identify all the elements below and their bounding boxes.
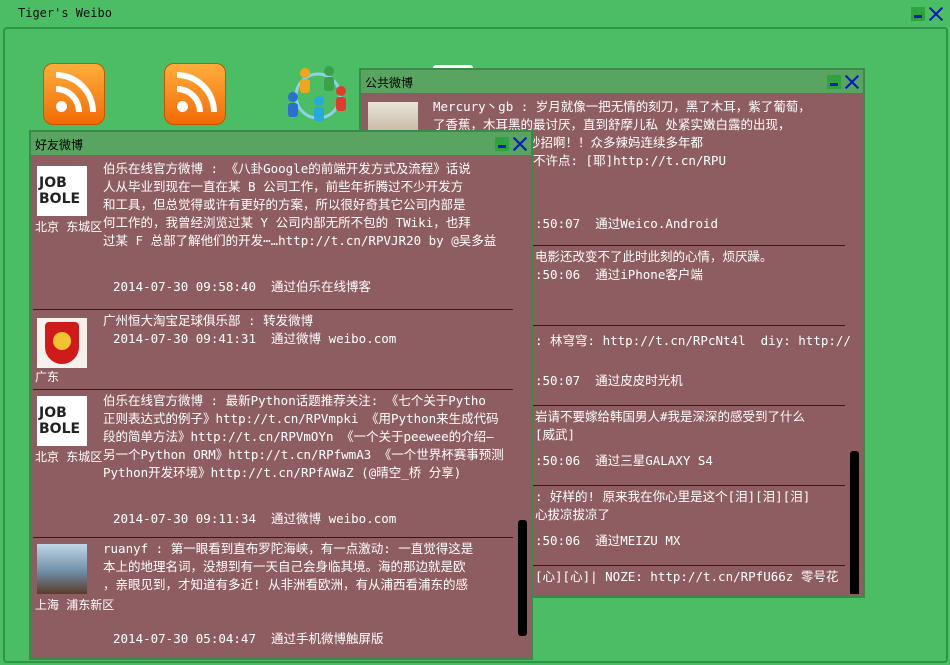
rss-icon[interactable]: [43, 63, 105, 125]
public-weibo-titlebar[interactable]: 公共微博: [361, 70, 863, 94]
minimize-button[interactable]: [827, 75, 841, 89]
main-window-controls: [911, 6, 945, 22]
friends-weibo-window[interactable]: 好友微博 JOB BOLE 北京 东城区 伯乐在线官方微博 : 《八卦Google…: [29, 130, 533, 660]
post-meta: 2014-07-30 09:41:31 通过微博 weibo.com: [113, 331, 397, 346]
post-meta: :50:07 通过Weico.Android: [535, 216, 719, 231]
scrollbar[interactable]: [518, 520, 527, 636]
close-button[interactable]: [511, 136, 529, 152]
window-controls: [495, 136, 529, 152]
avatar: [37, 318, 87, 368]
avatar: [37, 544, 87, 594]
post-location: 上海 浦东新区: [35, 598, 115, 612]
window-title: 好友微博: [35, 138, 84, 152]
post-text: 伯乐在线官方微博 : 《八卦Google的前端开发方式及流程》话说 人从毕业到现…: [103, 161, 497, 248]
rss-icon[interactable]: [164, 63, 226, 125]
post-location: 北京 东城区: [35, 450, 103, 464]
post-meta: 2014-07-30 05:04:47 通过手机微博触屏版: [113, 631, 384, 646]
list-item[interactable]: JOB BOLE 北京 东城区 伯乐在线官方微博 : 《八卦Google的前端开发…: [33, 158, 513, 310]
list-item[interactable]: JOB BOLE 北京 东城区 伯乐在线官方微博 : 最新Python话题推荐关注…: [33, 390, 513, 538]
avatar: JOB BOLE: [37, 396, 87, 446]
post-text: 广州恒大淘宝足球俱乐部 : 转发微博: [103, 313, 314, 328]
post-text: : 林穹穹: http://t.cn/RPcNt4l diy: http://: [535, 333, 851, 348]
people-icon[interactable]: [283, 61, 353, 135]
post-text: : 好样的! 原来我在你心里是这个[泪][泪][泪] 心拔凉拔凉了: [535, 489, 811, 522]
post-text: [心][心]| NOZE: http://t.cn/RPfU66z 零号花: [535, 569, 839, 584]
post-meta: :50:07 通过皮皮时光机: [535, 373, 683, 388]
post-location: 广东: [35, 370, 60, 384]
main-titlebar: Tiger's Weibo: [0, 0, 950, 26]
list-item[interactable]: 广东 广州恒大淘宝足球俱乐部 : 转发微博 2014-07-30 09:41:3…: [33, 310, 513, 390]
minimize-button[interactable]: [911, 7, 925, 21]
post-text: ruanyf : 第一眼看到直布罗陀海峡，有一点激动: 一直觉得这是 本上的地理…: [103, 541, 474, 592]
list-item[interactable]: 上海 浦东新区 ruanyf : 第一眼看到直布罗陀海峡，有一点激动: 一直觉得…: [33, 538, 513, 656]
minimize-button[interactable]: [495, 137, 509, 151]
post-text: 伯乐在线官方微博 : 最新Python话题推荐关注: 《七个关于Pytho 正则…: [103, 393, 504, 480]
friends-weibo-titlebar[interactable]: 好友微博: [31, 132, 531, 156]
friends-weibo-list[interactable]: JOB BOLE 北京 东城区 伯乐在线官方微博 : 《八卦Google的前端开发…: [33, 158, 529, 656]
post-meta: 2014-07-30 09:11:34 通过微博 weibo.com: [113, 511, 397, 526]
window-title: 公共微博: [365, 76, 414, 90]
post-text: 岩请不要嫁给韩国男人#我是深深的感受到了什么 [威武]: [535, 409, 806, 442]
close-button[interactable]: [927, 6, 945, 22]
close-button[interactable]: [843, 74, 861, 90]
scrollbar[interactable]: [850, 451, 859, 594]
app-title: Tiger's Weibo: [18, 6, 112, 20]
window-controls: [827, 74, 861, 90]
post-meta: :50:06 通过三星GALAXY S4: [535, 453, 713, 468]
post-location: 北京 东城区: [35, 220, 103, 234]
post-meta: :50:06 通过MEIZU MX: [535, 533, 681, 548]
post-meta: :50:06 通过iPhone客户端: [535, 267, 703, 282]
post-text: 电影还改变不了此时此刻的心情，烦厌躁。: [535, 249, 773, 264]
post-meta: 2014-07-30 09:58:40 通过伯乐在线博客: [113, 279, 372, 294]
avatar: JOB BOLE: [37, 166, 87, 216]
